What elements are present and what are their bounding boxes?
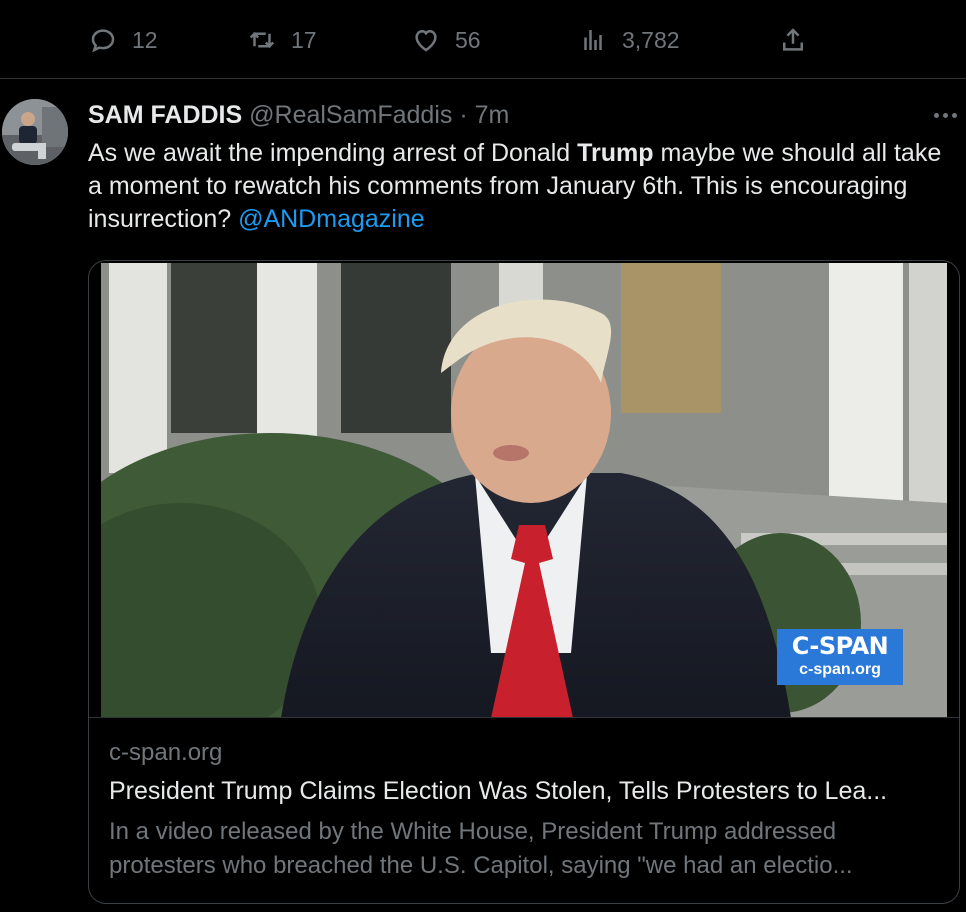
separator-dot: ·	[459, 101, 468, 129]
tweet-text: As we await the impending arrest of Dona…	[88, 137, 948, 236]
card-domain: c-span.org	[109, 739, 223, 766]
views-count: 3,782	[622, 26, 680, 53]
action-bar: 12 17 56 3,782	[0, 0, 966, 79]
retweet-icon	[249, 31, 275, 49]
heart-icon	[415, 29, 437, 52]
cspan-badge: C-SPAN c-span.org	[777, 629, 903, 685]
tweet-text-bold: Trump	[577, 139, 654, 167]
card-description: In a video released by the White House, …	[109, 815, 945, 883]
tweet-header: SAM FADDIS @RealSamFaddis · 7m	[88, 101, 509, 130]
reply-icon	[91, 29, 115, 53]
cspan-badge-subtitle: c-span.org	[799, 661, 881, 678]
card-description-line: protesters who breached the U.S. Capitol…	[109, 852, 853, 879]
tweet-time[interactable]: 7m	[475, 101, 510, 129]
share-button[interactable]	[778, 22, 808, 58]
card-description-line: In a video released by the White House, …	[109, 818, 837, 845]
like-button[interactable]: 56	[411, 22, 481, 58]
analytics-icon	[584, 30, 602, 50]
card-divider	[89, 717, 959, 718]
more-options-button[interactable]	[928, 105, 962, 125]
card-title[interactable]: President Trump Claims Election Was Stol…	[109, 777, 945, 806]
reply-button[interactable]: 12	[88, 22, 158, 58]
avatar[interactable]	[2, 99, 68, 165]
retweet-button[interactable]: 17	[247, 22, 317, 58]
display-name[interactable]: SAM FADDIS	[88, 101, 242, 129]
link-card[interactable]: C-SPAN c-span.org c-span.org President T…	[88, 260, 960, 904]
retweet-count: 17	[291, 26, 317, 53]
tweet-text-part1: As we await the impending arrest of Dona…	[88, 139, 578, 167]
tweet[interactable]: SAM FADDIS @RealSamFaddis · 7m As we awa…	[0, 79, 966, 912]
more-dot	[942, 112, 948, 118]
tweet-page: 12 17 56 3,782 SAM FADDIS @RealSamFaddis…	[0, 0, 966, 912]
user-handle[interactable]: @RealSamFaddis	[249, 101, 452, 129]
card-video-thumbnail[interactable]: C-SPAN c-span.org	[101, 263, 947, 718]
reply-count: 12	[132, 26, 158, 53]
more-dot	[951, 112, 957, 118]
mention-link[interactable]: @ANDmagazine	[238, 205, 425, 233]
like-count: 56	[455, 26, 481, 53]
avatar-photo	[2, 99, 68, 165]
cspan-badge-title: C-SPAN	[791, 632, 889, 660]
more-dots-icon	[933, 112, 939, 118]
views-button[interactable]: 3,782	[578, 22, 680, 58]
share-icon	[783, 28, 803, 51]
